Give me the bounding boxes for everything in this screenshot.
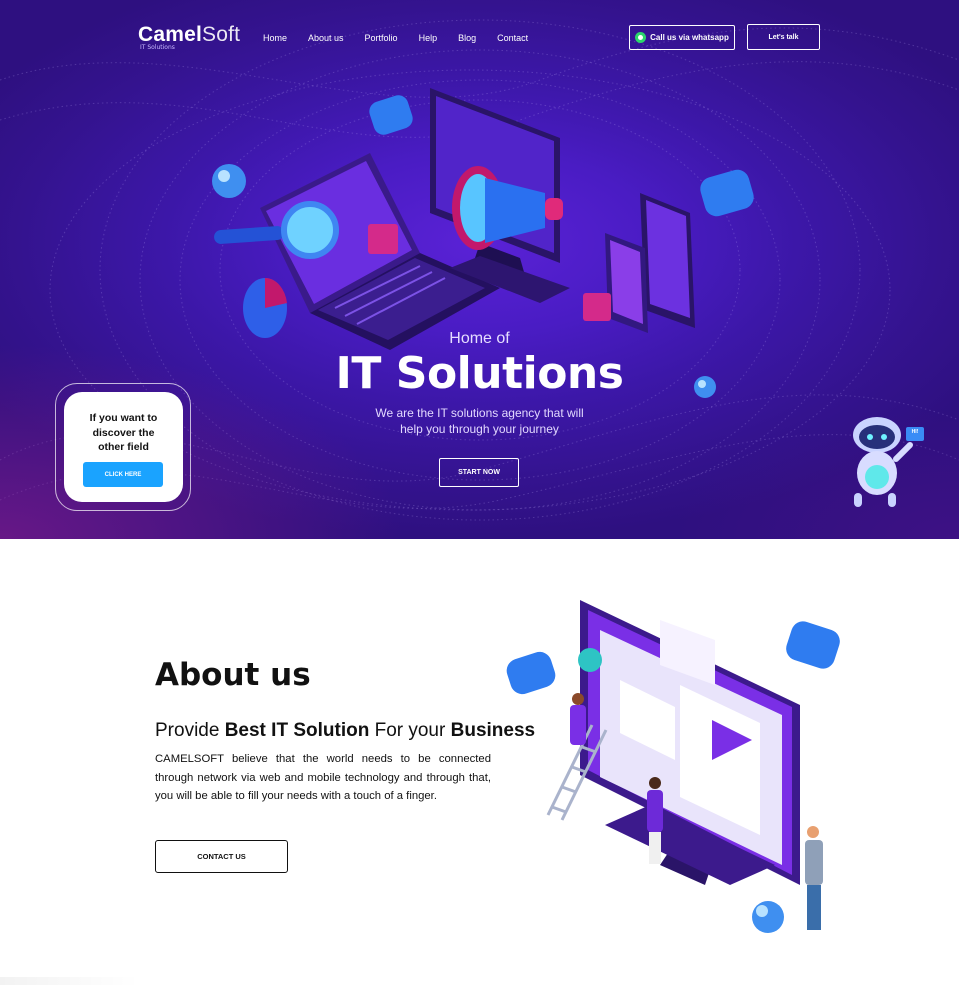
hero-section: HI! CamelSoft IT Solutions Home About us… [0, 0, 959, 539]
whatsapp-button-label: Call us via whatsapp [650, 33, 729, 42]
nav-help[interactable]: Help [419, 32, 438, 44]
start-now-button[interactable]: START NOW [439, 458, 519, 487]
hero-devices-illustration [212, 88, 754, 350]
contact-us-button[interactable]: CONTACT US [155, 840, 288, 873]
side-card-line2: discover the [92, 426, 155, 439]
lets-talk-button[interactable]: Let's talk [747, 24, 820, 50]
main-nav: Home About us Portfolio Help Blog Contac… [263, 32, 549, 44]
nav-about-us[interactable]: About us [308, 32, 344, 44]
side-card-text: If you want to discover the other field [64, 411, 183, 455]
about-title: About us [155, 657, 311, 693]
whatsapp-button[interactable]: Call us via whatsapp [629, 25, 735, 50]
nav-contact[interactable]: Contact [497, 32, 528, 44]
about-body: CAMELSOFT believe that the world needs t… [155, 753, 491, 803]
side-card-line1: If you want to [89, 412, 158, 424]
logo-wordmark-light: Soft [202, 23, 241, 46]
hero-pre-title: Home of [449, 330, 510, 347]
logo-wordmark-bold: Camel [138, 23, 203, 46]
click-here-button[interactable]: CLICK HERE [83, 462, 163, 487]
whatsapp-icon [635, 32, 647, 43]
about-sub-part3: For your [369, 720, 451, 741]
bottom-shadow [0, 977, 140, 985]
about-sub-part1: Provide [155, 720, 225, 741]
nav-home[interactable]: Home [263, 32, 287, 44]
side-card-line3: other field [98, 441, 149, 453]
nav-portfolio[interactable]: Portfolio [365, 32, 398, 44]
about-illustration [506, 600, 840, 933]
side-card: If you want to discover the other field … [64, 392, 183, 502]
about-sub-part2: Best IT Solution [224, 720, 370, 741]
camelsoft-logo[interactable]: CamelSoft IT Solutions [138, 23, 241, 52]
about-subtitle: Provide Best IT Solution For your Busine… [155, 720, 535, 742]
nav-blog[interactable]: Blog [458, 32, 476, 44]
